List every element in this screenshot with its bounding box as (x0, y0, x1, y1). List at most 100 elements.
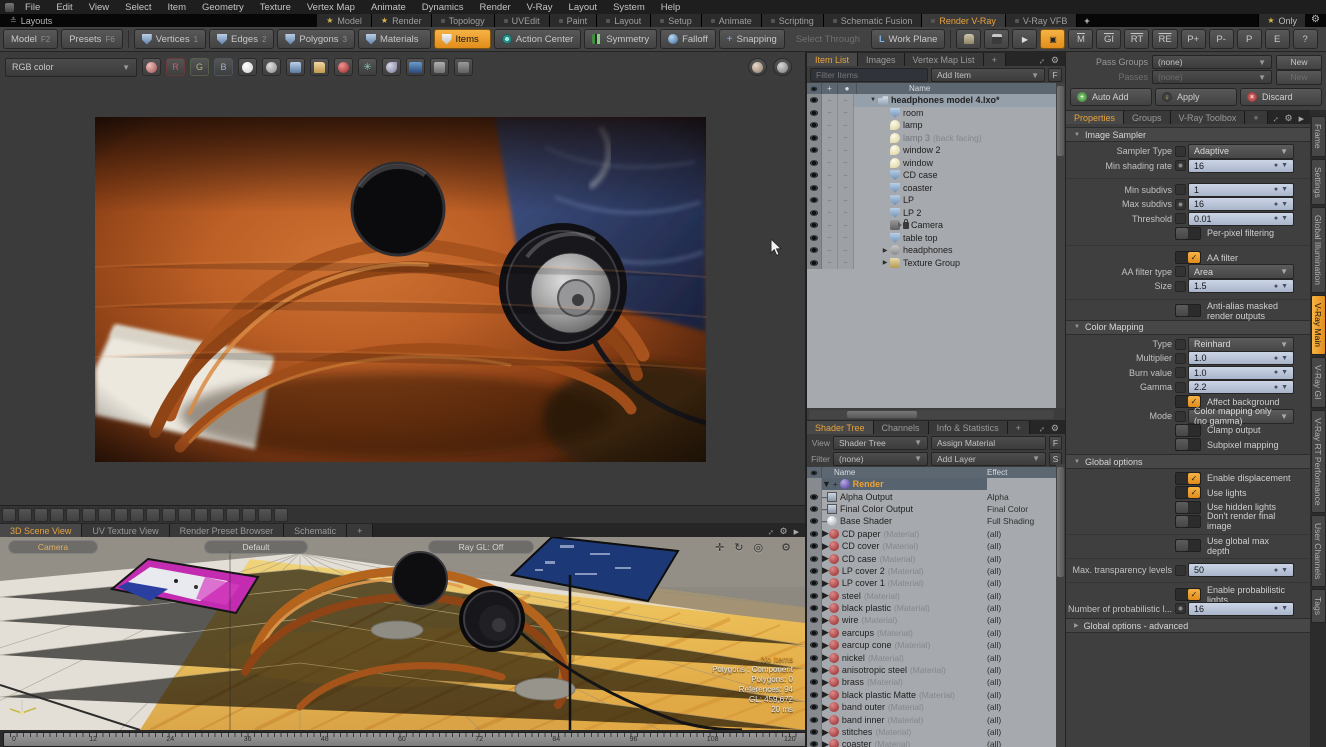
shader-row-band-outer[interactable]: ▶band outer(Material)(all) (807, 701, 1065, 713)
expander[interactable]: ▶ (822, 677, 829, 688)
visibility-cell[interactable] (807, 701, 822, 713)
timeline-ruler[interactable]: 01224364860728496108120 (0, 730, 810, 747)
lock-toggle-cell[interactable]: – (838, 144, 854, 157)
menu-render[interactable]: Render (472, 2, 519, 13)
expander[interactable]: ▶ (822, 727, 829, 738)
channel-button[interactable] (1175, 213, 1186, 224)
menu-system[interactable]: System (605, 2, 653, 13)
lock-toggle-cell[interactable]: – (838, 257, 854, 270)
layout-tab-paint[interactable]: Paint (550, 14, 598, 27)
shader-row-cd-cover[interactable]: ▶CD cover(Material)(all) (807, 540, 1065, 552)
visibility-cell[interactable] (807, 590, 822, 602)
item-row-coaster[interactable]: ––coaster (807, 182, 1056, 195)
gear-icon[interactable]: ⚙ (1051, 423, 1059, 434)
pass-groups-dropdown[interactable]: (none)▼ (1152, 55, 1272, 69)
item-list-options-button[interactable]: F (1048, 68, 1062, 82)
chevron-down-icon[interactable]: ▼ (1281, 186, 1288, 193)
lock-toggle-cell[interactable]: – (838, 119, 854, 132)
presets-button[interactable]: Presets F6 (61, 29, 123, 49)
film-icon[interactable] (210, 508, 224, 522)
vertices-mode-button[interactable]: Vertices1 (134, 29, 206, 49)
expander[interactable]: ▶ (822, 702, 829, 713)
item-row-window[interactable]: ––window (807, 157, 1056, 170)
expander[interactable]: ▶ (822, 739, 829, 747)
node-icon[interactable] (162, 508, 176, 522)
shader-row-lp-cover-2[interactable]: ▶LP cover 2(Material)(all) (807, 565, 1065, 577)
checkbox-use-global-max-depth[interactable] (1175, 539, 1201, 552)
chevron-right-icon[interactable]: ▶ (1299, 115, 1304, 123)
chevron-down-icon[interactable]: ▼ (1281, 201, 1288, 208)
arrows-icon[interactable] (242, 508, 256, 522)
color-mode-dropdown[interactable]: RGB color ▼ (5, 58, 137, 77)
view-dropdown[interactable]: Shader Tree▼ (833, 436, 928, 450)
effect-column-header[interactable]: Effect (987, 468, 1065, 477)
menu-animate[interactable]: Animate (363, 2, 414, 13)
item-row-headphones-model-4-lxo[interactable]: ––▼headphones model 4.lxo* (807, 94, 1056, 107)
expander[interactable]: ▶ (822, 565, 829, 576)
shader-row-brass[interactable]: ▶brass(Material)(all) (807, 676, 1065, 688)
viewport-tab-schematic[interactable]: Schematic (284, 524, 347, 537)
visibility-cell[interactable] (807, 119, 822, 132)
checkbox-enable-probabilistic-lights[interactable]: ✓ (1175, 588, 1201, 601)
section-header-color-mapping[interactable]: ▼Color Mapping (1066, 320, 1310, 335)
item-row-lp-2[interactable]: ––LP 2 (807, 207, 1056, 220)
symmetry-button[interactable]: Symmetry (584, 29, 657, 49)
properties-tab-v-ray-toolbox[interactable]: V-Ray Toolbox (1171, 111, 1246, 124)
layout-tab-v-ray-vfb[interactable]: V-Ray VFB (1006, 14, 1078, 27)
layout-tab-schematic-fusion[interactable]: Schematic Fusion (824, 14, 923, 27)
visibility-cell[interactable] (807, 726, 822, 738)
shader-row-earcups[interactable]: ▶earcups(Material)(all) (807, 627, 1065, 639)
add-layout-tab-button[interactable]: + (1077, 14, 1096, 27)
layout-tab-uvedit[interactable]: UVEdit (495, 14, 550, 27)
visibility-cell[interactable] (807, 738, 822, 747)
menu-file[interactable]: File (17, 2, 48, 13)
side-tab-v-ray-main[interactable]: V-Ray Main (1311, 295, 1326, 355)
visibility-cell[interactable] (807, 689, 822, 701)
vray-button-item[interactable]: ? (1293, 29, 1318, 49)
visibility-cell[interactable] (807, 207, 822, 220)
vray-button-p[interactable]: P (1237, 29, 1262, 49)
camera-icon[interactable] (34, 508, 48, 522)
visibility-cell[interactable] (807, 257, 822, 270)
visibility-cell[interactable] (807, 157, 822, 170)
name-column-header[interactable]: Name (822, 468, 987, 477)
visibility-cell[interactable] (807, 503, 822, 515)
dropdown-aa-filter-type[interactable]: Area▼ (1188, 264, 1294, 279)
render-toggle-cell[interactable]: – (822, 107, 838, 120)
brush-tool-button[interactable] (382, 58, 401, 76)
item-row-window-2[interactable]: ––window 2 (807, 144, 1056, 157)
filter-items-input[interactable] (810, 68, 928, 82)
checkbox-clamp-output[interactable] (1175, 424, 1201, 437)
ghost-icon[interactable] (258, 508, 272, 522)
menu-vertex-map[interactable]: Vertex Map (299, 2, 363, 13)
render-viewport[interactable] (0, 82, 805, 505)
menu-texture[interactable]: Texture (252, 2, 299, 13)
item-row-lamp[interactable]: ––lamp (807, 119, 1056, 132)
layouts-menu[interactable]: ≛ Layouts (0, 14, 62, 27)
pan-icon[interactable]: ✛ (715, 541, 724, 554)
viewport-tab-render-preset-browser[interactable]: Render Preset Browser (170, 524, 285, 537)
lock-toggle-cell[interactable]: – (838, 157, 854, 170)
layout-tab-layout[interactable]: Layout (597, 14, 651, 27)
gray-ball-icon[interactable] (262, 58, 281, 76)
name-column-header[interactable]: Name (857, 84, 930, 93)
frame-icon[interactable] (194, 508, 208, 522)
visibility-cell[interactable] (807, 107, 822, 120)
channel-button[interactable] (1175, 367, 1186, 378)
expander[interactable]: ▶ (822, 689, 829, 700)
chevron-down-icon[interactable]: ▼ (1281, 215, 1288, 222)
horizontal-scrollbar[interactable] (809, 410, 1054, 419)
shader-row-final-color-output[interactable]: –Final Color OutputFinal Color (807, 503, 1065, 515)
dropdown-mode[interactable]: Color mapping only (no gamma)▼ (1188, 409, 1294, 424)
menu-help[interactable]: Help (653, 2, 689, 13)
section-header-global-options-advanced[interactable]: ▶Global options - advanced (1066, 618, 1310, 633)
pencil-icon[interactable] (114, 508, 128, 522)
expander[interactable]: ▶ (822, 590, 829, 601)
discard-button[interactable]: × Discard (1240, 88, 1322, 106)
checkbox-use-lights[interactable]: ✓ (1175, 486, 1201, 499)
checkbox-anti-alias-masked-render-outputs[interactable] (1175, 304, 1201, 317)
shading-style-button[interactable]: Default (204, 540, 308, 554)
item-panel-tab-images[interactable]: Images (858, 53, 905, 66)
vray-button-rt[interactable]: RT (1124, 29, 1149, 49)
menu-select[interactable]: Select (117, 2, 159, 13)
